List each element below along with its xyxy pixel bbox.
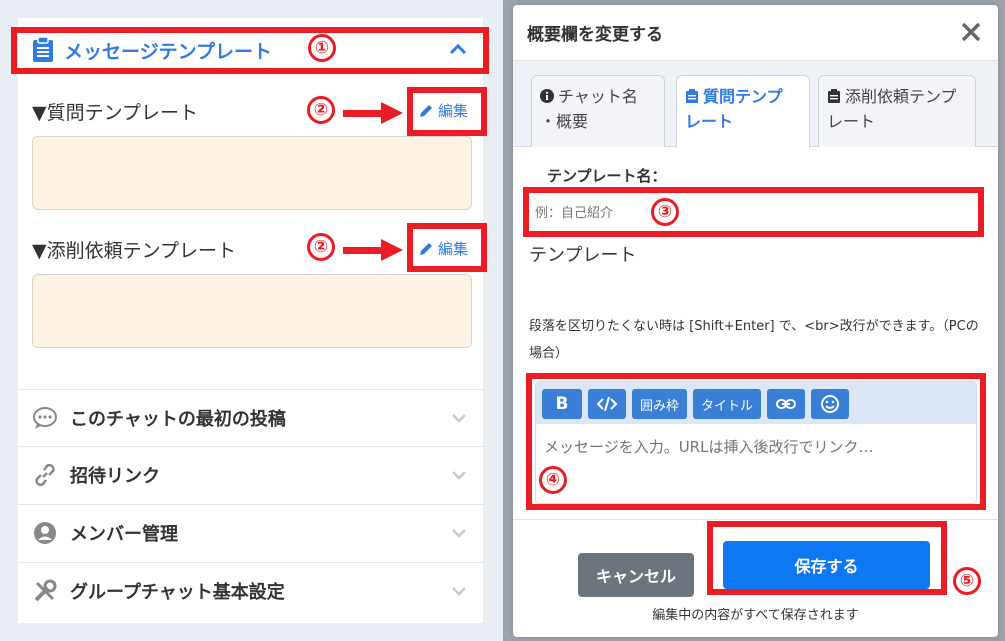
menu-row-member-management[interactable]: メンバー管理 xyxy=(18,504,483,561)
menu-label: グループチャット基本設定 xyxy=(70,582,285,603)
correction-template-label: ▼添削依頼テンプレート xyxy=(32,240,237,262)
tab-label-line1: 質問テンプ xyxy=(703,87,783,106)
comment-dots-icon xyxy=(33,407,57,429)
annotation-number-2a: ② xyxy=(307,96,335,124)
tab-label-line2: レート xyxy=(827,112,876,131)
clipboard-icon xyxy=(686,89,698,103)
annotation-box-5 xyxy=(707,521,947,595)
chevron-down-icon xyxy=(452,587,466,596)
menu-row-invite-link[interactable]: 招待リンク xyxy=(18,446,483,503)
tab-label-line2: レート xyxy=(685,112,734,131)
tab-chat-name-overview[interactable]: チャット名 ・概要 xyxy=(531,75,665,147)
tab-label-line1: チャット名 xyxy=(558,87,638,106)
modal-title: 概要欄を変更する xyxy=(527,25,663,45)
chevron-down-icon xyxy=(452,471,466,480)
footer-note: 編集中の内容がすべて保存されます xyxy=(652,608,859,623)
annotation-number-1: ① xyxy=(308,34,336,62)
correction-template-preview xyxy=(32,274,472,348)
template-heading: テンプレート xyxy=(529,245,637,266)
tab-label-line1: 添削依頼テンプ xyxy=(845,87,957,106)
menu-label: このチャットの最初の投稿 xyxy=(70,409,286,430)
tools-icon xyxy=(34,579,57,602)
modal-tabs: チャット名 ・概要 質問テンプ レート 添削依頼テンプ レート xyxy=(513,61,998,148)
tab-label-line2: ・概要 xyxy=(540,112,589,131)
question-template-label: ▼質問テンプレート xyxy=(32,102,199,124)
arrow-icon xyxy=(343,102,403,124)
chevron-down-icon xyxy=(452,529,466,538)
menu-row-first-post[interactable]: このチャットの最初の投稿 xyxy=(18,389,483,446)
cancel-button[interactable]: キャンセル xyxy=(578,553,694,597)
annotation-box-1 xyxy=(11,27,489,74)
arrow-icon xyxy=(343,239,403,261)
chevron-down-icon xyxy=(452,414,466,423)
info-circle-icon xyxy=(540,89,554,103)
tab-correction-template[interactable]: 添削依頼テンプ レート xyxy=(818,75,976,147)
annotation-number-3: ③ xyxy=(651,198,679,226)
annotation-box-2a xyxy=(407,87,487,136)
annotation-number-5: ⑤ xyxy=(953,567,981,595)
link-icon xyxy=(35,463,55,487)
annotation-box-4 xyxy=(526,373,986,510)
template-name-label: テンプレート名： xyxy=(547,167,667,185)
line-break-hint: 段落を区切りたくない時は [Shift+Enter] で、<br>改行ができます… xyxy=(529,319,979,361)
menu-row-group-settings[interactable]: グループチャット基本設定 xyxy=(18,562,483,619)
annotation-box-3 xyxy=(523,187,984,237)
menu-label: メンバー管理 xyxy=(70,524,178,545)
modal-header: 概要欄を変更する xyxy=(513,5,998,61)
menu-label: 招待リンク xyxy=(70,466,160,487)
annotation-number-2b: ② xyxy=(307,233,335,261)
annotation-number-4: ④ xyxy=(539,466,567,494)
tab-question-template[interactable]: 質問テンプ レート xyxy=(676,75,810,148)
close-icon[interactable] xyxy=(958,19,984,45)
user-circle-icon xyxy=(34,522,56,544)
annotation-box-2b xyxy=(407,223,487,272)
clipboard-icon xyxy=(828,89,840,103)
question-template-preview xyxy=(32,136,472,210)
